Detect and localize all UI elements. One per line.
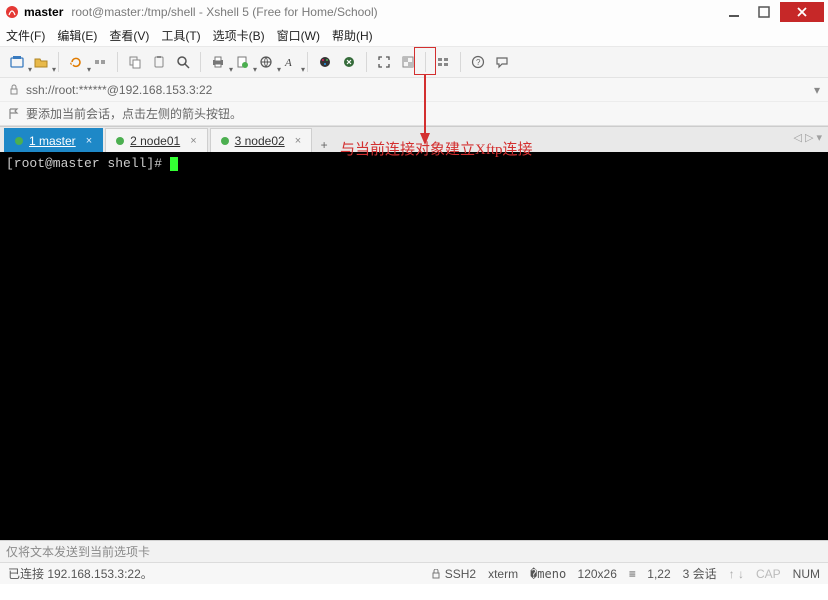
svg-text:?: ? (476, 58, 481, 67)
status-dot-icon (116, 137, 124, 145)
tab-close-icon[interactable]: × (295, 135, 301, 147)
title-sub: root@master:/tmp/shell - Xshell 5 (Free … (71, 5, 377, 19)
send-bar-text: 仅将文本发送到当前选项卡 (6, 543, 150, 560)
tab-label: 2 node01 (130, 134, 180, 148)
hint-text: 要添加当前会话，点击左侧的箭头按钮。 (26, 105, 242, 122)
log-button[interactable] (231, 51, 253, 73)
status-cap: CAP (756, 567, 781, 581)
menubar: 文件(F) 编辑(E) 查看(V) 工具(T) 选项卡(B) 窗口(W) 帮助(… (0, 24, 828, 46)
status-connection: 已连接 192.168.153.3:22。 (8, 565, 153, 582)
tab-close-icon[interactable]: × (190, 135, 196, 147)
tab-master[interactable]: 1 master × (4, 128, 103, 152)
status-proto: SSH2 (431, 567, 476, 581)
prompt: [root@master shell]# (6, 156, 170, 171)
reconnect-button[interactable] (65, 51, 87, 73)
address-dropdown-icon[interactable]: ▾ (814, 83, 820, 97)
tab-node02[interactable]: 3 node02 × (210, 128, 313, 152)
tab-node01[interactable]: 2 node01 × (105, 128, 208, 152)
menu-view[interactable]: 查看(V) (109, 27, 149, 44)
disconnect-button[interactable] (89, 51, 111, 73)
new-session-button[interactable] (6, 51, 28, 73)
menu-file[interactable]: 文件(F) (6, 27, 45, 44)
status-dot-icon (221, 137, 229, 145)
status-bar: 已连接 192.168.153.3:22。 SSH2 xterm �meno 1… (0, 562, 828, 584)
send-bar[interactable]: 仅将文本发送到当前选项卡 (0, 540, 828, 562)
fullscreen-button[interactable] (373, 51, 395, 73)
lock-icon (8, 84, 20, 96)
sessions-button[interactable] (432, 51, 454, 73)
status-rows: ≡ 1,22 (629, 567, 671, 581)
terminal[interactable]: [root@master shell]# (0, 152, 828, 540)
menu-tab[interactable]: 选项卡(B) (213, 27, 265, 44)
toolbar: A ? (0, 46, 828, 78)
tab-label: 3 node02 (235, 134, 285, 148)
close-button[interactable] (780, 2, 824, 22)
hint-bar: 要添加当前会话，点击左侧的箭头按钮。 (0, 102, 828, 126)
tab-close-icon[interactable]: × (86, 135, 92, 147)
font-button[interactable]: A (279, 51, 301, 73)
encoding-button[interactable] (255, 51, 277, 73)
menu-window[interactable]: 窗口(W) (277, 27, 320, 44)
copy-button[interactable] (124, 51, 146, 73)
feedback-button[interactable] (491, 51, 513, 73)
open-session-button[interactable] (30, 51, 52, 73)
status-size: �meno 120x26 (530, 567, 617, 581)
title-main: master (24, 5, 63, 19)
maximize-button[interactable] (750, 2, 778, 22)
tab-add-button[interactable]: + (314, 138, 334, 152)
status-num: NUM (793, 567, 820, 581)
tab-label: 1 master (29, 134, 76, 148)
tab-nav-arrows[interactable]: ◁ ▷ ▾ (793, 131, 822, 144)
find-button[interactable] (172, 51, 194, 73)
menu-tools[interactable]: 工具(T) (161, 27, 200, 44)
address-bar: ssh://root:******@192.168.153.3:22 ▾ (0, 78, 828, 102)
status-sessions-arrows[interactable]: ↑ ↓ (729, 567, 744, 581)
cursor (170, 157, 178, 171)
help-button[interactable]: ? (467, 51, 489, 73)
minimize-button[interactable] (720, 2, 748, 22)
svg-text:A: A (284, 57, 292, 69)
menu-edit[interactable]: 编辑(E) (57, 27, 97, 44)
address-text[interactable]: ssh://root:******@192.168.153.3:22 (26, 83, 808, 97)
status-term: xterm (488, 567, 518, 581)
xftp-button[interactable] (338, 51, 360, 73)
status-sessions: 3 会话 (683, 565, 717, 582)
menu-help[interactable]: 帮助(H) (332, 27, 373, 44)
status-dot-icon (15, 137, 23, 145)
tab-strip: 1 master × 2 node01 × 3 node02 × + ◁ ▷ ▾ (0, 126, 828, 152)
titlebar: master root@master:/tmp/shell - Xshell 5… (0, 0, 828, 24)
paste-button[interactable] (148, 51, 170, 73)
transparency-button[interactable] (397, 51, 419, 73)
flag-icon (8, 108, 20, 120)
print-button[interactable] (207, 51, 229, 73)
color-scheme-button[interactable] (314, 51, 336, 73)
app-icon (4, 4, 20, 20)
